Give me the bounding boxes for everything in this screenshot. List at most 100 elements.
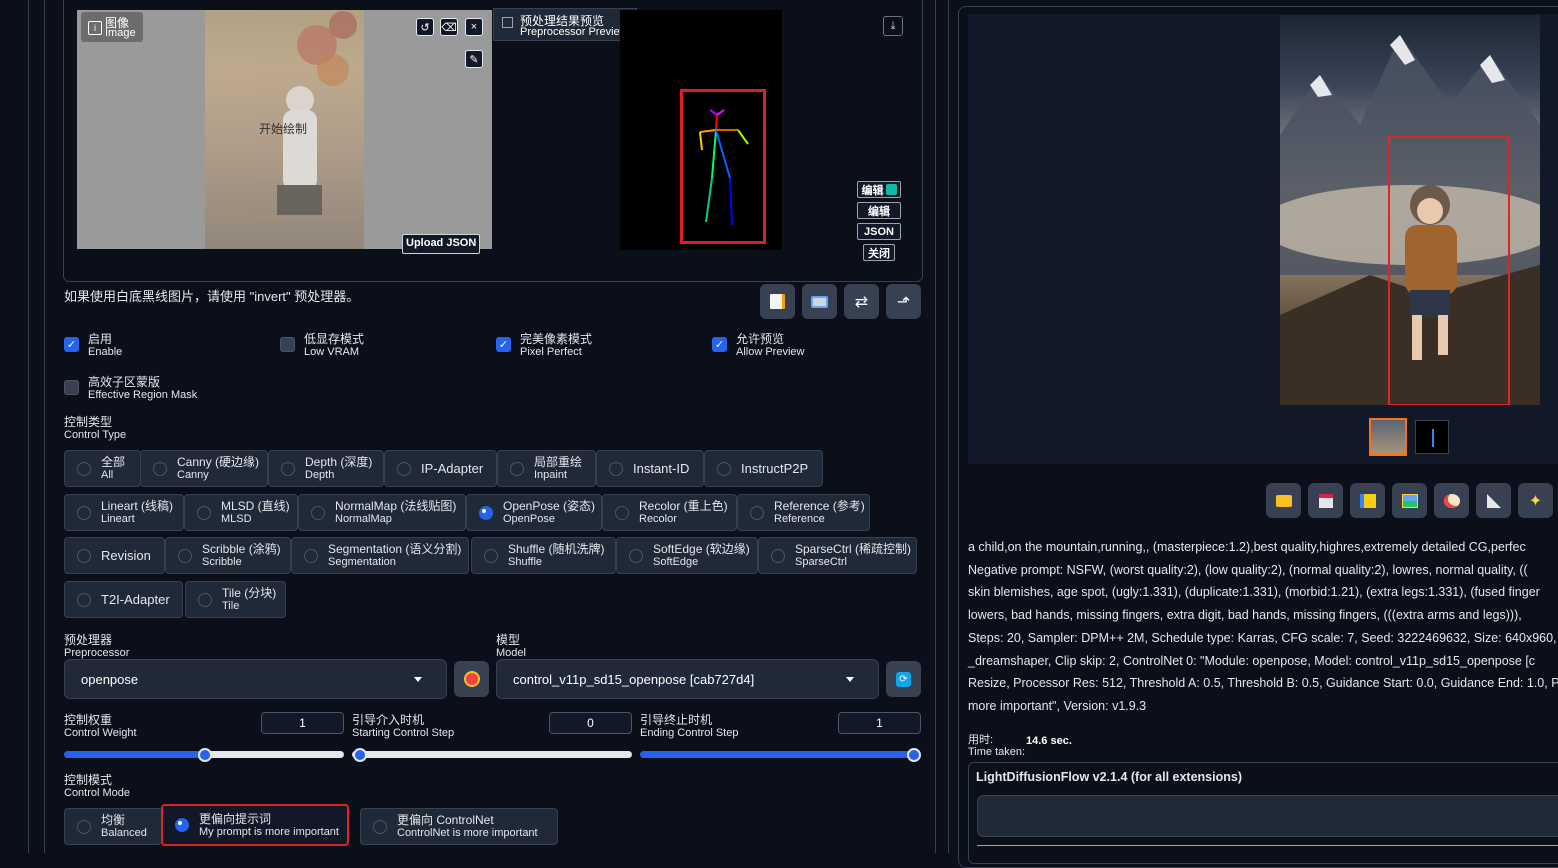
control-type-all[interactable]: 全部 All bbox=[64, 450, 141, 487]
download-icon[interactable]: ⤓ bbox=[883, 16, 903, 36]
run-preprocessor-button[interactable] bbox=[454, 661, 489, 697]
refresh-models-button[interactable]: ⟳ bbox=[886, 661, 921, 697]
control-type-recolor[interactable]: Recolor (重上色) Recolor bbox=[602, 494, 737, 531]
control-type-revision[interactable]: Revision bbox=[64, 537, 165, 574]
zip-button[interactable] bbox=[1350, 483, 1385, 518]
new-canvas-button[interactable] bbox=[760, 284, 795, 319]
upload-json-button[interactable]: Upload JSON bbox=[402, 234, 481, 254]
info-line-6: _dreamshaper, Clip skip: 2, ControlNet 0… bbox=[968, 654, 1536, 668]
webcam-button[interactable] bbox=[802, 284, 837, 319]
control-weight-input[interactable]: 1 bbox=[261, 712, 344, 734]
send-to-extras-button[interactable] bbox=[1476, 483, 1511, 518]
send-to-img2img-button[interactable] bbox=[1392, 483, 1427, 518]
openpose-editor-icon bbox=[885, 184, 897, 195]
start-draw-text[interactable]: 开始绘制 bbox=[259, 120, 307, 137]
edit-button-2[interactable]: 编辑 bbox=[857, 202, 901, 219]
save-icon bbox=[1318, 493, 1333, 508]
sparkle-button[interactable]: ✦ bbox=[1518, 483, 1553, 518]
control-mode-controlnet-important[interactable]: 更偏向 ControlNet ControlNet is more importa… bbox=[360, 808, 558, 845]
starting-step-slider[interactable] bbox=[353, 748, 367, 762]
preview-image-icon bbox=[502, 17, 513, 28]
control-type-softedge[interactable]: SoftEdge (软边缘) SoftEdge bbox=[616, 537, 758, 574]
starting-step-input[interactable]: 0 bbox=[549, 712, 632, 734]
generated-image[interactable] bbox=[1280, 15, 1540, 405]
edit-button-1[interactable]: 编辑 bbox=[857, 181, 901, 198]
info-line-2: Negative prompt: NSFW, (worst quality:2)… bbox=[968, 563, 1528, 577]
control-weight-slider-rest bbox=[205, 751, 344, 758]
control-type-scribble[interactable]: Scribble (涂鸦) Scribble bbox=[165, 537, 291, 574]
control-type-t2i-adapter[interactable]: T2I-Adapter bbox=[64, 581, 183, 618]
control-type-depth[interactable]: Depth (深度) Depth bbox=[268, 450, 384, 487]
lightdiffusionflow-dropzone[interactable] bbox=[977, 795, 1558, 837]
info-line-7: Resize, Processor Res: 512, Threshold A:… bbox=[968, 676, 1558, 690]
control-mode-balanced[interactable]: 均衡 Balanced bbox=[64, 808, 162, 845]
check-icon: ✓ bbox=[64, 337, 79, 352]
starting-step-label: 引导介入时机 Starting Control Step bbox=[352, 713, 455, 740]
explosion-icon bbox=[466, 673, 478, 685]
control-type-canny[interactable]: Canny (硬边缘) Canny bbox=[140, 450, 268, 487]
control-type-sparsectrl[interactable]: SparseCtrl (稀疏控制) SparseCtrl bbox=[758, 537, 917, 574]
control-type-label: 控制类型 Control Type bbox=[64, 415, 127, 442]
send-dimensions-button[interactable]: ⬏ bbox=[886, 284, 921, 319]
ending-step-slider[interactable] bbox=[907, 748, 921, 762]
open-folder-button[interactable] bbox=[1266, 483, 1301, 518]
check-icon: ✓ bbox=[496, 337, 511, 352]
control-type-instant-id[interactable]: Instant-ID bbox=[596, 450, 704, 487]
image-label-en: Image bbox=[105, 27, 136, 39]
info-line-3: skin blemishes, age spot, (ugly:1.331), … bbox=[968, 585, 1540, 599]
info-line-4: lowers, bad hands, missing fingers, extr… bbox=[968, 608, 1522, 622]
info-line-5: Steps: 20, Sampler: DPM++ 2M, Schedule t… bbox=[968, 631, 1558, 645]
close-preview-button[interactable]: 关闭 bbox=[863, 244, 895, 261]
palette-icon bbox=[1443, 493, 1460, 508]
ending-step-input[interactable]: 1 bbox=[838, 712, 921, 734]
control-type-shuffle[interactable]: Shuffle (随机洗牌) Shuffle bbox=[471, 537, 616, 574]
undo-icon[interactable]: ↺ bbox=[416, 18, 434, 36]
control-type-inpaint[interactable]: 局部重绘 Inpaint bbox=[497, 450, 596, 487]
arrow-up-right-icon: ⬏ bbox=[896, 293, 911, 311]
preprocessor-label: 预处理器 Preprocessor bbox=[64, 633, 130, 660]
refresh-icon: ⟳ bbox=[896, 672, 911, 687]
sparkle-icon: ✦ bbox=[1528, 492, 1543, 510]
eraser-icon[interactable]: ⌫ bbox=[440, 18, 458, 36]
chevron-down-icon bbox=[846, 677, 854, 682]
time-taken-value: 14.6 sec. bbox=[1026, 735, 1072, 747]
send-to-inpaint-button[interactable] bbox=[1434, 483, 1469, 518]
swap-icon: ⇄ bbox=[854, 293, 869, 311]
control-type-instructp2p[interactable]: InstructP2P bbox=[704, 450, 823, 487]
model-value: control_v11p_sd15_openpose [cab727d4] bbox=[513, 671, 755, 687]
starting-step-slider-track bbox=[352, 751, 632, 758]
chevron-down-icon bbox=[414, 677, 422, 682]
figure-highlight-box bbox=[1388, 136, 1510, 405]
ending-step-slider-fill bbox=[640, 751, 920, 758]
mirror-button[interactable]: ⇄ bbox=[844, 284, 879, 319]
control-type-segmentation[interactable]: Segmentation (语义分割) Segmentation bbox=[291, 537, 469, 574]
control-weight-slider[interactable] bbox=[198, 748, 212, 762]
preview-label: 预处理结果预览 Preprocessor Preview bbox=[493, 8, 637, 41]
save-button[interactable] bbox=[1308, 483, 1343, 518]
input-image-canvas[interactable]: i 图像 Image 开始绘制 ↺ ⌫ × ✎ Upload JSON bbox=[77, 10, 492, 254]
control-type-ip-adapter[interactable]: IP-Adapter bbox=[384, 450, 497, 487]
control-mode-prompt-important[interactable]: 更偏向提示词 My prompt is more important bbox=[161, 804, 349, 846]
preprocessor-dropdown[interactable]: openpose bbox=[64, 659, 447, 699]
control-type-reference[interactable]: Reference (参考) Reference bbox=[737, 494, 870, 531]
brush-icon[interactable]: ✎ bbox=[465, 50, 483, 68]
camera-icon bbox=[811, 295, 828, 308]
bottom-divider bbox=[977, 845, 1558, 846]
control-type-mlsd[interactable]: MLSD (直线) MLSD bbox=[184, 494, 298, 531]
preview-label-en: Preprocessor Preview bbox=[520, 26, 628, 38]
ruler-icon bbox=[1486, 493, 1501, 508]
check-icon: ✓ bbox=[712, 337, 727, 352]
gallery-thumbnail-1[interactable] bbox=[1369, 418, 1407, 456]
model-dropdown[interactable]: control_v11p_sd15_openpose [cab727d4] bbox=[496, 659, 879, 699]
control-type-normalmap[interactable]: NormalMap (法线贴图) NormalMap bbox=[298, 494, 466, 531]
control-type-lineart[interactable]: Lineart (线稿) Lineart bbox=[64, 494, 184, 531]
zip-icon bbox=[1359, 493, 1376, 508]
close-icon[interactable]: × bbox=[465, 18, 483, 36]
document-icon bbox=[770, 294, 785, 309]
gallery-thumbnail-2[interactable] bbox=[1415, 420, 1449, 454]
model-label: 模型 Model bbox=[496, 633, 526, 660]
lightdiffusionflow-title[interactable]: LightDiffusionFlow v2.1.4 (for all exten… bbox=[976, 770, 1242, 784]
control-type-tile[interactable]: Tile (分块) Tile bbox=[185, 581, 286, 618]
json-button[interactable]: JSON bbox=[857, 223, 901, 240]
control-type-openpose[interactable]: OpenPose (姿态) OpenPose bbox=[466, 494, 602, 531]
